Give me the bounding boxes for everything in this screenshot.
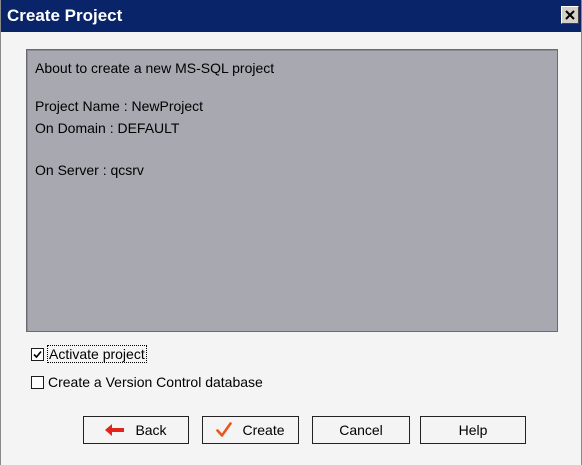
summary-intro: About to create a new MS-SQL project — [35, 60, 275, 76]
version-control-checkbox[interactable] — [31, 375, 44, 389]
title-bar[interactable]: Create Project — [1, 0, 581, 32]
summary-project-name: Project Name : NewProject — [35, 98, 204, 114]
create-button[interactable]: Create — [202, 416, 299, 444]
close-icon — [565, 10, 575, 20]
project-summary-panel: About to create a new MS-SQL project Pro… — [26, 49, 558, 332]
version-control-option[interactable]: Create a Version Control database — [31, 374, 263, 390]
summary-domain: On Domain : DEFAULT — [35, 120, 180, 136]
checkmark-icon — [33, 350, 42, 358]
create-button-label: Create — [242, 422, 285, 438]
summary-server: On Server : qcsrv — [35, 162, 144, 178]
checkmark-icon — [216, 422, 233, 438]
back-button[interactable]: Back — [83, 416, 189, 444]
version-control-label[interactable]: Create a Version Control database — [48, 374, 263, 390]
close-button[interactable] — [561, 6, 579, 24]
cancel-button[interactable]: Cancel — [312, 416, 410, 444]
help-button-label: Help — [458, 422, 488, 438]
activate-project-checkbox[interactable] — [31, 347, 44, 361]
dialog-title: Create Project — [7, 6, 123, 25]
help-button[interactable]: Help — [420, 416, 526, 444]
create-project-dialog: Create Project About to create a new MS-… — [0, 0, 582, 465]
back-arrow-icon — [105, 424, 125, 436]
back-button-label: Back — [135, 422, 167, 438]
activate-project-label[interactable]: Activate project — [47, 345, 147, 363]
cancel-button-label: Cancel — [339, 422, 383, 438]
activate-project-option[interactable]: Activate project — [31, 345, 147, 363]
